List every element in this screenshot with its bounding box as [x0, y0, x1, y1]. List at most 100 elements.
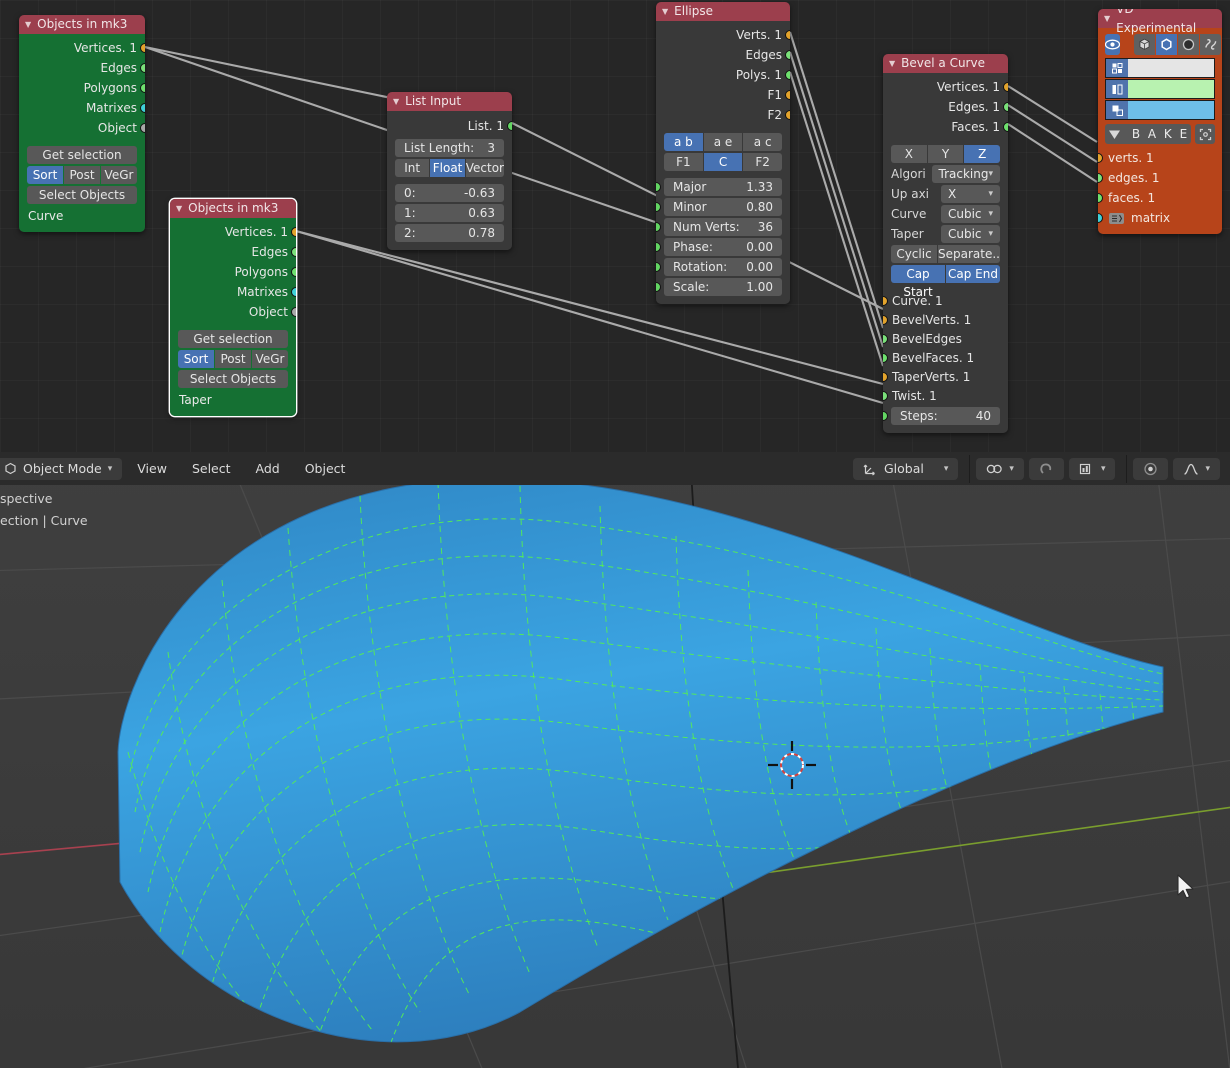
face-color-swatch[interactable] — [1128, 101, 1214, 119]
mode-f2[interactable]: F2 — [743, 153, 783, 171]
output-row[interactable]: Edges — [656, 45, 790, 65]
minor-radius-field[interactable]: Minor Radius: 0.80 — [656, 198, 782, 232]
output-row[interactable]: Edges — [19, 58, 145, 78]
snap-target-dropdown[interactable]: ▾ — [1068, 457, 1116, 480]
socket-list[interactable] — [507, 121, 512, 131]
socket-matrixes[interactable] — [291, 287, 296, 297]
list-item-row[interactable]: 1: 0.63 — [395, 204, 504, 222]
socket-vertices[interactable] — [1003, 82, 1008, 92]
algorithm-dropdown[interactable]: Tracking ▾ — [931, 165, 1000, 183]
magnet-toggle[interactable] — [1028, 457, 1064, 480]
up-axis-dropdown[interactable]: X ▾ — [941, 185, 1000, 203]
socket-matrixes[interactable] — [140, 103, 145, 113]
circle-filled-icon[interactable] — [1178, 34, 1199, 55]
output-row[interactable]: Matrixes — [19, 98, 145, 118]
sort-toggle[interactable]: Sort — [27, 166, 63, 184]
cap-toggle-group[interactable]: Cap Start Cap End — [891, 265, 1000, 299]
output-row[interactable]: Vertices. 1 — [170, 222, 296, 242]
falloff-dropdown[interactable]: ▾ — [1173, 457, 1220, 480]
axis-toggle-group[interactable]: X Y Z — [891, 145, 1001, 163]
mode-ab[interactable]: a b — [664, 133, 703, 151]
node-header[interactable]: ▼ Objects in mk3 — [170, 199, 296, 218]
vegr-toggle[interactable]: VeGr — [252, 350, 288, 368]
collapse-triangle-icon[interactable]: ▼ — [393, 97, 399, 106]
ellipse-mode-group-2[interactable]: F1 C F2 — [664, 153, 783, 171]
socket-num-verts[interactable] — [656, 222, 661, 232]
node-header[interactable]: ▼ Bevel a Curve — [883, 54, 1008, 73]
output-row[interactable]: Edges. 1 — [883, 97, 1008, 117]
input-row[interactable]: BevelFaces. 1 — [883, 348, 1008, 367]
eye-icon[interactable] — [1105, 34, 1120, 55]
axis-x-toggle[interactable]: X — [891, 145, 927, 163]
socket-scale[interactable] — [656, 282, 661, 292]
socket-vertices[interactable] — [291, 227, 296, 237]
node-list-input[interactable]: ▼ List Input List. 1 List Length: 3 Int … — [387, 92, 512, 250]
node-editor-area[interactable]: ▼ Objects in mk3 Vertices. 1 Edges Polyg… — [0, 0, 1230, 452]
phase-field[interactable]: Phase: 0.00 — [656, 238, 782, 256]
int-toggle[interactable]: Int — [395, 159, 430, 177]
collapse-triangle-icon[interactable]: ▼ — [662, 7, 668, 16]
display-mode-group[interactable] — [1134, 34, 1221, 55]
select-objects-button[interactable]: Select Objects — [27, 186, 137, 204]
ellipse-mode-group-1[interactable]: a b a e a c — [664, 133, 783, 151]
node-header[interactable]: ▼ List Input — [387, 92, 512, 111]
input-row[interactable]: Twist. 1 — [883, 386, 1008, 405]
input-row[interactable]: BevelEdges — [883, 329, 1008, 348]
get-selection-button[interactable]: Get selection — [27, 146, 137, 164]
vertex-color-swatch[interactable] — [1128, 59, 1214, 77]
node-vd-experimental[interactable]: ▼ VD Experimental — [1098, 9, 1222, 234]
socket-f1[interactable] — [785, 90, 790, 100]
socket-matrix[interactable] — [1098, 213, 1103, 223]
menu-object[interactable]: Object — [295, 458, 356, 480]
output-row[interactable]: Polygons — [170, 262, 296, 282]
num-verts-field[interactable]: Num Verts: 36 — [656, 218, 782, 236]
socket-faces[interactable] — [1098, 193, 1103, 203]
socket-edges[interactable] — [1098, 173, 1103, 183]
input-row[interactable]: verts. 1 — [1098, 148, 1222, 168]
output-row[interactable]: Faces. 1 — [883, 117, 1008, 137]
axis-y-toggle[interactable]: Y — [927, 145, 964, 163]
menu-add[interactable]: Add — [246, 458, 290, 480]
output-row[interactable]: Verts. 1 — [656, 25, 790, 45]
rotation-field[interactable]: Rotation: 0.00 — [656, 258, 782, 276]
hexagon-outline-icon[interactable] — [1156, 34, 1177, 55]
socket-rotation[interactable] — [656, 262, 661, 272]
input-row[interactable]: BevelVerts. 1 — [883, 310, 1008, 329]
node-header[interactable]: ▼ Objects in mk3 — [19, 15, 145, 34]
mode-ac[interactable]: a c — [743, 133, 783, 151]
socket-polygons[interactable] — [291, 267, 296, 277]
output-row[interactable]: Vertices. 1 — [883, 77, 1008, 97]
output-row[interactable]: Object — [170, 302, 296, 322]
curve-dropdown[interactable]: Cubic ▾ — [941, 205, 1000, 223]
cyclic-toggle[interactable]: Cyclic — [891, 245, 938, 263]
output-row[interactable]: Edges — [170, 242, 296, 262]
mode-f1[interactable]: F1 — [664, 153, 703, 171]
cyclic-separate-group[interactable]: Cyclic Separate.. — [891, 245, 1000, 263]
transform-orientation-dropdown[interactable]: Global ▾ — [853, 457, 959, 480]
socket-f2[interactable] — [785, 110, 790, 120]
vertex-color-row[interactable] — [1105, 58, 1215, 78]
proportional-edit-toggle[interactable] — [1133, 457, 1169, 480]
cube-icon[interactable] — [1134, 34, 1155, 55]
socket-phase[interactable] — [656, 242, 661, 252]
sort-toggle[interactable]: Sort — [178, 350, 214, 368]
output-row[interactable]: Polygons — [19, 78, 145, 98]
list-length-field[interactable]: List Length: 3 — [395, 139, 504, 157]
input-row[interactable]: TaperVerts. 1 — [883, 367, 1008, 386]
socket-curve[interactable] — [883, 295, 888, 306]
collapse-triangle-icon[interactable]: ▼ — [889, 59, 895, 68]
node-objects-in-mk3-2[interactable]: ▼ Objects in mk3 Vertices. 1 Edges Polyg… — [170, 199, 296, 416]
socket-polys[interactable] — [785, 70, 790, 80]
node-ellipse[interactable]: ▼ Ellipse Verts. 1 Edges Polys. 1 F1 F2 — [656, 2, 790, 304]
bake-button[interactable]: B A K E — [1105, 124, 1191, 144]
menu-view[interactable]: View — [127, 458, 177, 480]
socket-beveledges[interactable] — [883, 333, 888, 344]
socket-steps[interactable] — [883, 411, 888, 421]
collapse-triangle-icon[interactable]: ▼ — [1104, 14, 1110, 23]
socket-verts[interactable] — [785, 30, 790, 40]
algorithm-row[interactable]: Algori Tracking ▾ — [891, 165, 1000, 183]
list-item-row[interactable]: 0: -0.63 — [395, 184, 504, 202]
node-objects-in-mk3-1[interactable]: ▼ Objects in mk3 Vertices. 1 Edges Polyg… — [19, 15, 145, 232]
node-header[interactable]: ▼ Ellipse — [656, 2, 790, 21]
taper-dropdown[interactable]: Cubic ▾ — [941, 225, 1000, 243]
